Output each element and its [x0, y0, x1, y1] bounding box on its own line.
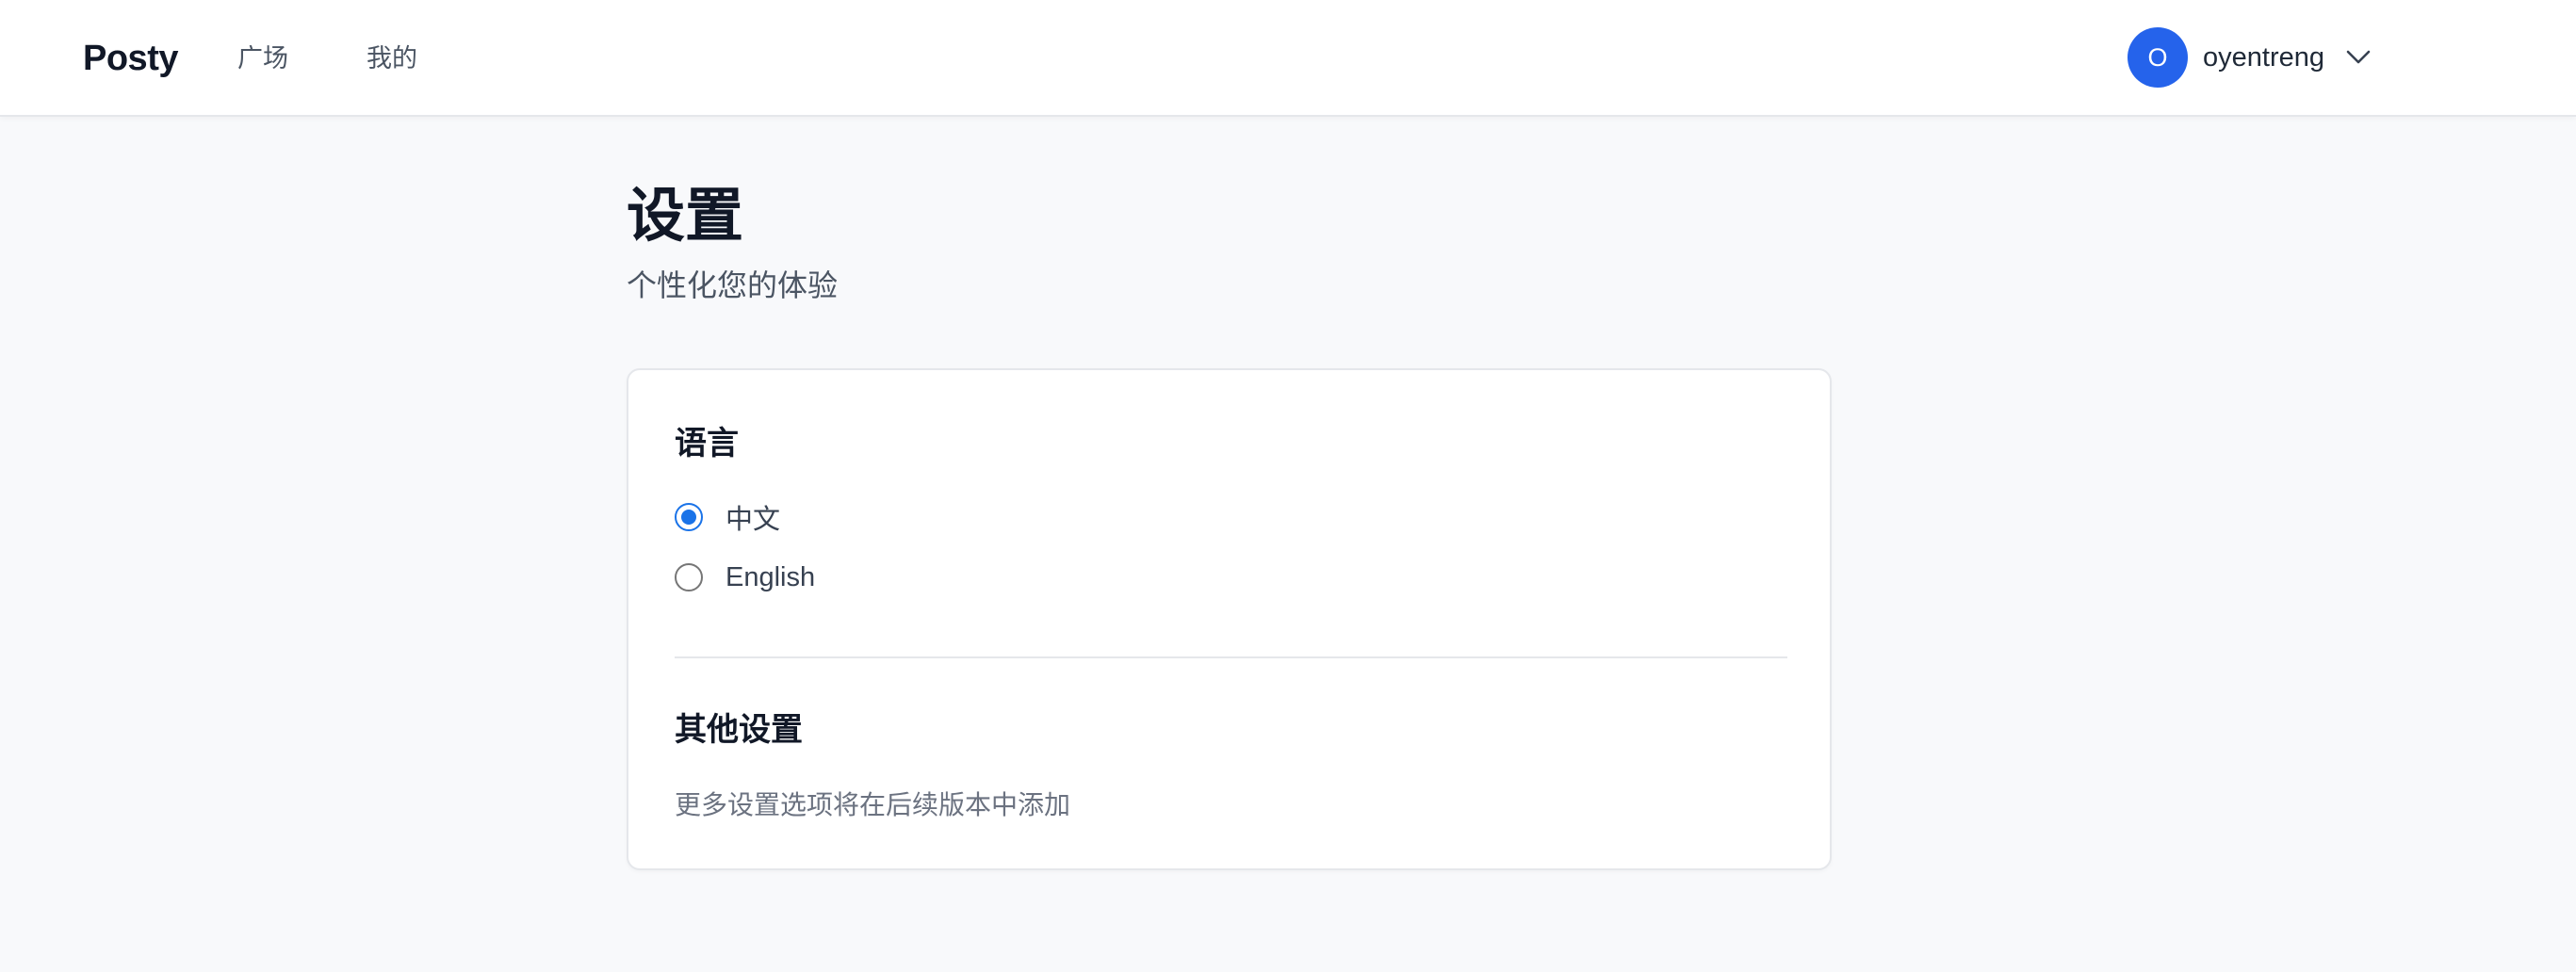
language-option-chinese[interactable]: 中文	[675, 498, 780, 536]
chevron-down-icon	[2345, 44, 2372, 71]
avatar: O	[2128, 27, 2188, 88]
nav-link-mine[interactable]: 我的	[367, 40, 417, 77]
language-option-english[interactable]: English	[675, 559, 815, 596]
user-menu-button[interactable]: O oyentreng	[2128, 25, 2372, 89]
language-section-title: 语言	[675, 426, 739, 462]
page-subtitle: 个性化您的体验	[627, 268, 839, 302]
language-option-label: English	[726, 561, 816, 592]
language-radio-chinese[interactable]	[675, 503, 703, 531]
nav-link-plaza[interactable]: 广场	[237, 40, 288, 77]
username-label: oyentreng	[2203, 41, 2324, 73]
settings-card: 语言 中文 English 其他设置 更多设置选项将在后续版本中添加	[627, 368, 1832, 870]
page-title: 设置	[627, 184, 744, 249]
other-settings-title: 其他设置	[675, 712, 803, 748]
top-navigation-bar: Posty 广场 我的 O oyentreng	[0, 0, 2576, 117]
language-option-label: 中文	[726, 505, 781, 535]
other-settings-description: 更多设置选项将在后续版本中添加	[675, 790, 1071, 819]
language-radio-english[interactable]	[675, 563, 703, 591]
brand-logo-link[interactable]: Posty	[83, 32, 178, 85]
section-divider	[675, 656, 1787, 658]
